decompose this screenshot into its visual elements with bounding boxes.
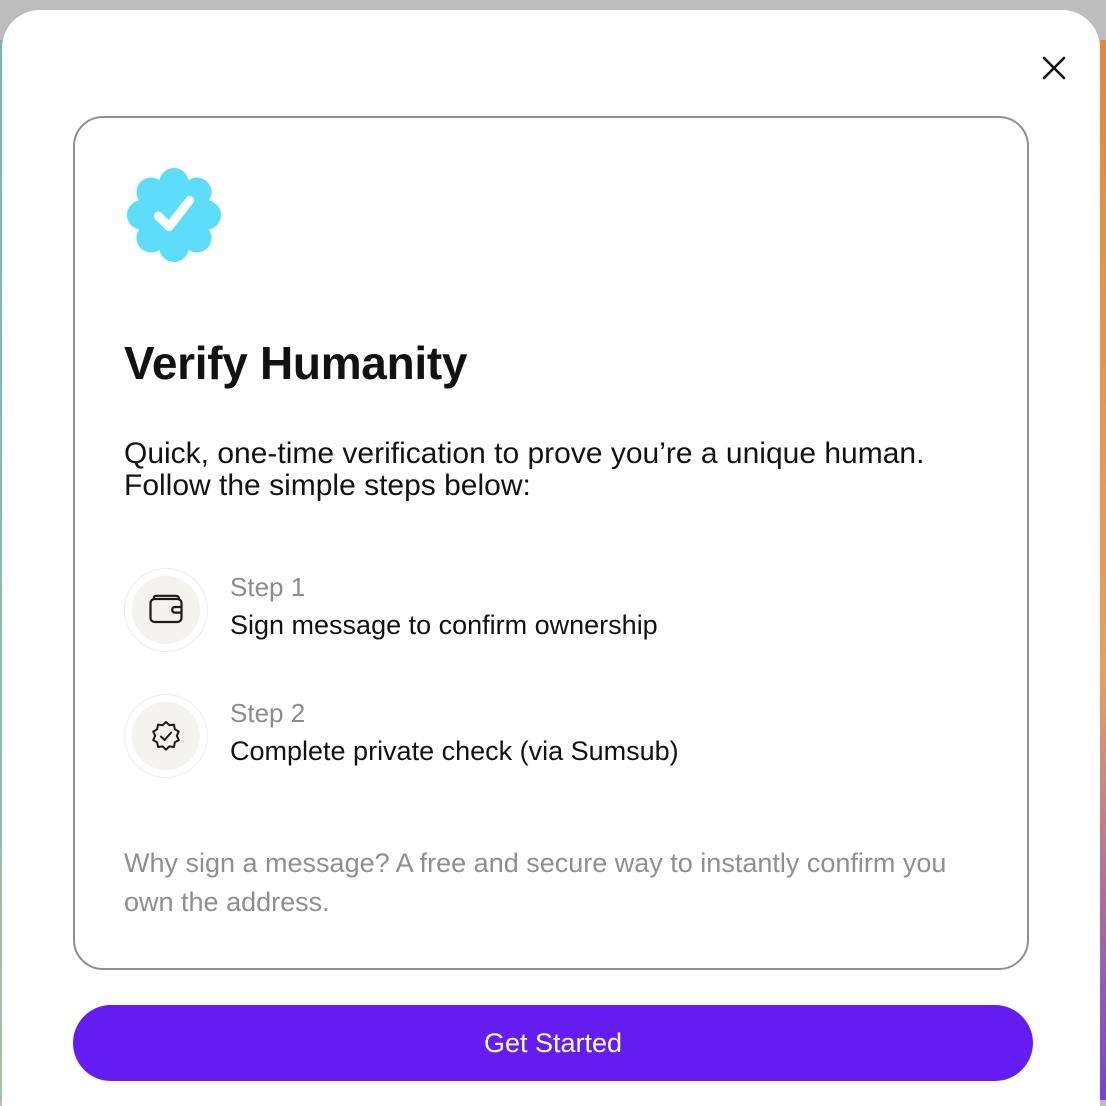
step-icon-circle [124,568,208,652]
get-started-button[interactable]: Get Started [73,1005,1033,1081]
step-icon-circle [124,694,208,778]
step-label: Step 1 [230,572,306,602]
verified-badge-icon [126,167,222,263]
background-edge-right [1100,40,1106,1100]
close-button[interactable] [1038,52,1070,84]
why-sign-note: Why sign a message? A free and secure wa… [124,848,947,917]
step-description: Complete private check (via Sumsub) [230,736,679,766]
step-description: Sign message to confirm ownership [230,610,658,640]
dialog-title: Verify Humanity [124,337,468,389]
badge-check-icon [152,721,180,751]
step-label: Step 2 [230,698,306,728]
close-icon [1042,56,1066,80]
wallet-icon [149,594,183,624]
intro-text: Quick, one-time verification to prove yo… [124,437,925,502]
verify-humanity-modal: Verify Humanity Quick, one-time verifica… [2,10,1100,1106]
step-item-sign-message: Step 1 Sign message to confirm ownership [124,568,944,658]
step-item-private-check: Step 2 Complete private check (via Sumsu… [124,694,944,784]
verification-card: Verify Humanity Quick, one-time verifica… [73,116,1029,970]
